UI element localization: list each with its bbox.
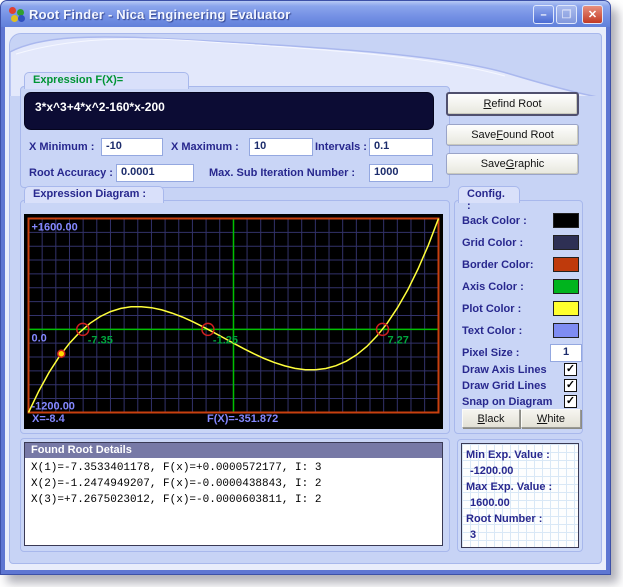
svg-text:-7.35: -7.35 [88,334,113,346]
pixel-size-label: Pixel Size : [462,347,519,359]
window-title: Root Finder - Nica Engineering Evaluator [29,7,291,22]
svg-text:-1.25: -1.25 [213,334,238,346]
root-accuracy-field[interactable]: 0.0001 [116,164,194,182]
snap-on-diagram-checkbox[interactable]: ✓ [564,395,577,408]
found-root-details-header: Found Root Details [25,443,442,458]
save-graphic-button[interactable]: Save Graphic [446,153,579,175]
back-color-swatch[interactable] [553,213,579,228]
axis-color-label: Axis Color : [462,281,524,293]
save-found-root-button[interactable]: Save Found Root [446,124,579,146]
border-color-swatch[interactable] [553,257,579,272]
summary-box: Min Exp. Value : -1200.00 Max Exp. Value… [461,443,579,548]
expression-diagram-plot[interactable]: -7.35 -1.25 7.27 +1600.00 0.0 -1200.00 X=-8.4… [24,214,443,429]
min-exp-value-label: Min Exp. Value : [466,447,578,463]
axis-color-swatch[interactable] [553,279,579,294]
maximize-button: ❐ [556,5,577,24]
pixel-size-field[interactable]: 1 [550,344,582,362]
snap-on-diagram-label: Snap on Diagram [462,396,552,408]
max-exp-value: 1600.00 [466,495,578,511]
min-exp-value: -1200.00 [466,463,578,479]
max-sub-iteration-label: Max. Sub Iteration Number : [209,167,355,179]
draw-grid-lines-label: Draw Grid Lines [462,380,546,392]
found-root-item[interactable]: X(1)=-7.3533401178, F(x)=+0.0000572177, … [25,462,442,474]
found-root-item[interactable]: X(2)=-1.2474949207, F(x)=-0.0000438843, … [25,478,442,490]
config-group-title: Config. : [458,186,520,203]
close-button[interactable]: ✕ [582,5,603,24]
grid-color-label: Grid Color : [462,237,523,249]
expression-input[interactable]: 3*x^3+4*x^2-160*x-200 [24,92,434,130]
root-number-label: Root Number : [466,511,578,527]
back-color-label: Back Color : [462,215,527,227]
svg-text:7.27: 7.27 [387,334,408,346]
plot-cursor-x: X=-8.4 [32,413,65,425]
draw-axis-lines-label: Draw Axis Lines [462,364,547,376]
root-number-value: 3 [466,527,578,543]
x-maximum-label: X Maximum : [171,141,239,153]
max-sub-iteration-field[interactable]: 1000 [369,164,433,182]
grid-color-swatch[interactable] [553,235,579,250]
text-color-label: Text Color : [462,325,522,337]
border-color-label: Border Color: [462,259,534,271]
max-exp-value-label: Max Exp. Value : [466,479,578,495]
x-minimum-label: X Minimum : [29,141,94,153]
summary-panel: Min Exp. Value : -1200.00 Max Exp. Value… [457,439,583,552]
plot-color-label: Plot Color : [462,303,521,315]
plot-color-swatch[interactable] [553,301,579,316]
refind-root-button[interactable]: Refind Root [446,92,579,116]
svg-text:+1600.00: +1600.00 [32,222,78,234]
x-minimum-field[interactable]: -10 [101,138,163,156]
minimize-button[interactable]: – [533,5,554,24]
draw-axis-lines-checkbox[interactable]: ✓ [564,363,577,376]
app-icon [8,6,24,22]
root-accuracy-label: Root Accuracy : [29,167,113,179]
plot-cursor-fx: F(X)=-351.872 [207,413,278,425]
intervals-label: Intervals : [315,141,367,153]
title-bar[interactable]: Root Finder - Nica Engineering Evaluator… [1,1,610,27]
found-root-details-list[interactable]: Found Root Details X(1)=-7.3533401178, F… [24,442,443,546]
app-window: Root Finder - Nica Engineering Evaluator… [0,0,611,575]
text-color-swatch[interactable] [553,323,579,338]
intervals-field[interactable]: 0.1 [369,138,433,156]
x-maximum-field[interactable]: 10 [249,138,313,156]
white-theme-button[interactable]: White [521,409,581,428]
plot-status-bar: X=-8.4 F(X)=-351.872 [24,413,443,428]
draw-grid-lines-checkbox[interactable]: ✓ [564,379,577,392]
expression-group-title: Expression F(X)= [24,72,189,89]
find-root-page: Find Root Of Expression Expression F(X)=… [9,33,602,564]
diagram-group-title: Expression Diagram : [24,186,164,203]
svg-text:-1200.00: -1200.00 [32,401,75,413]
found-root-item[interactable]: X(3)=+7.2675023012, F(x)=-0.0000603811, … [25,494,442,506]
black-theme-button[interactable]: Black [462,409,520,428]
svg-text:0.0: 0.0 [32,332,47,344]
client-area: Find Root Of Expression Expression F(X)=… [5,27,606,570]
